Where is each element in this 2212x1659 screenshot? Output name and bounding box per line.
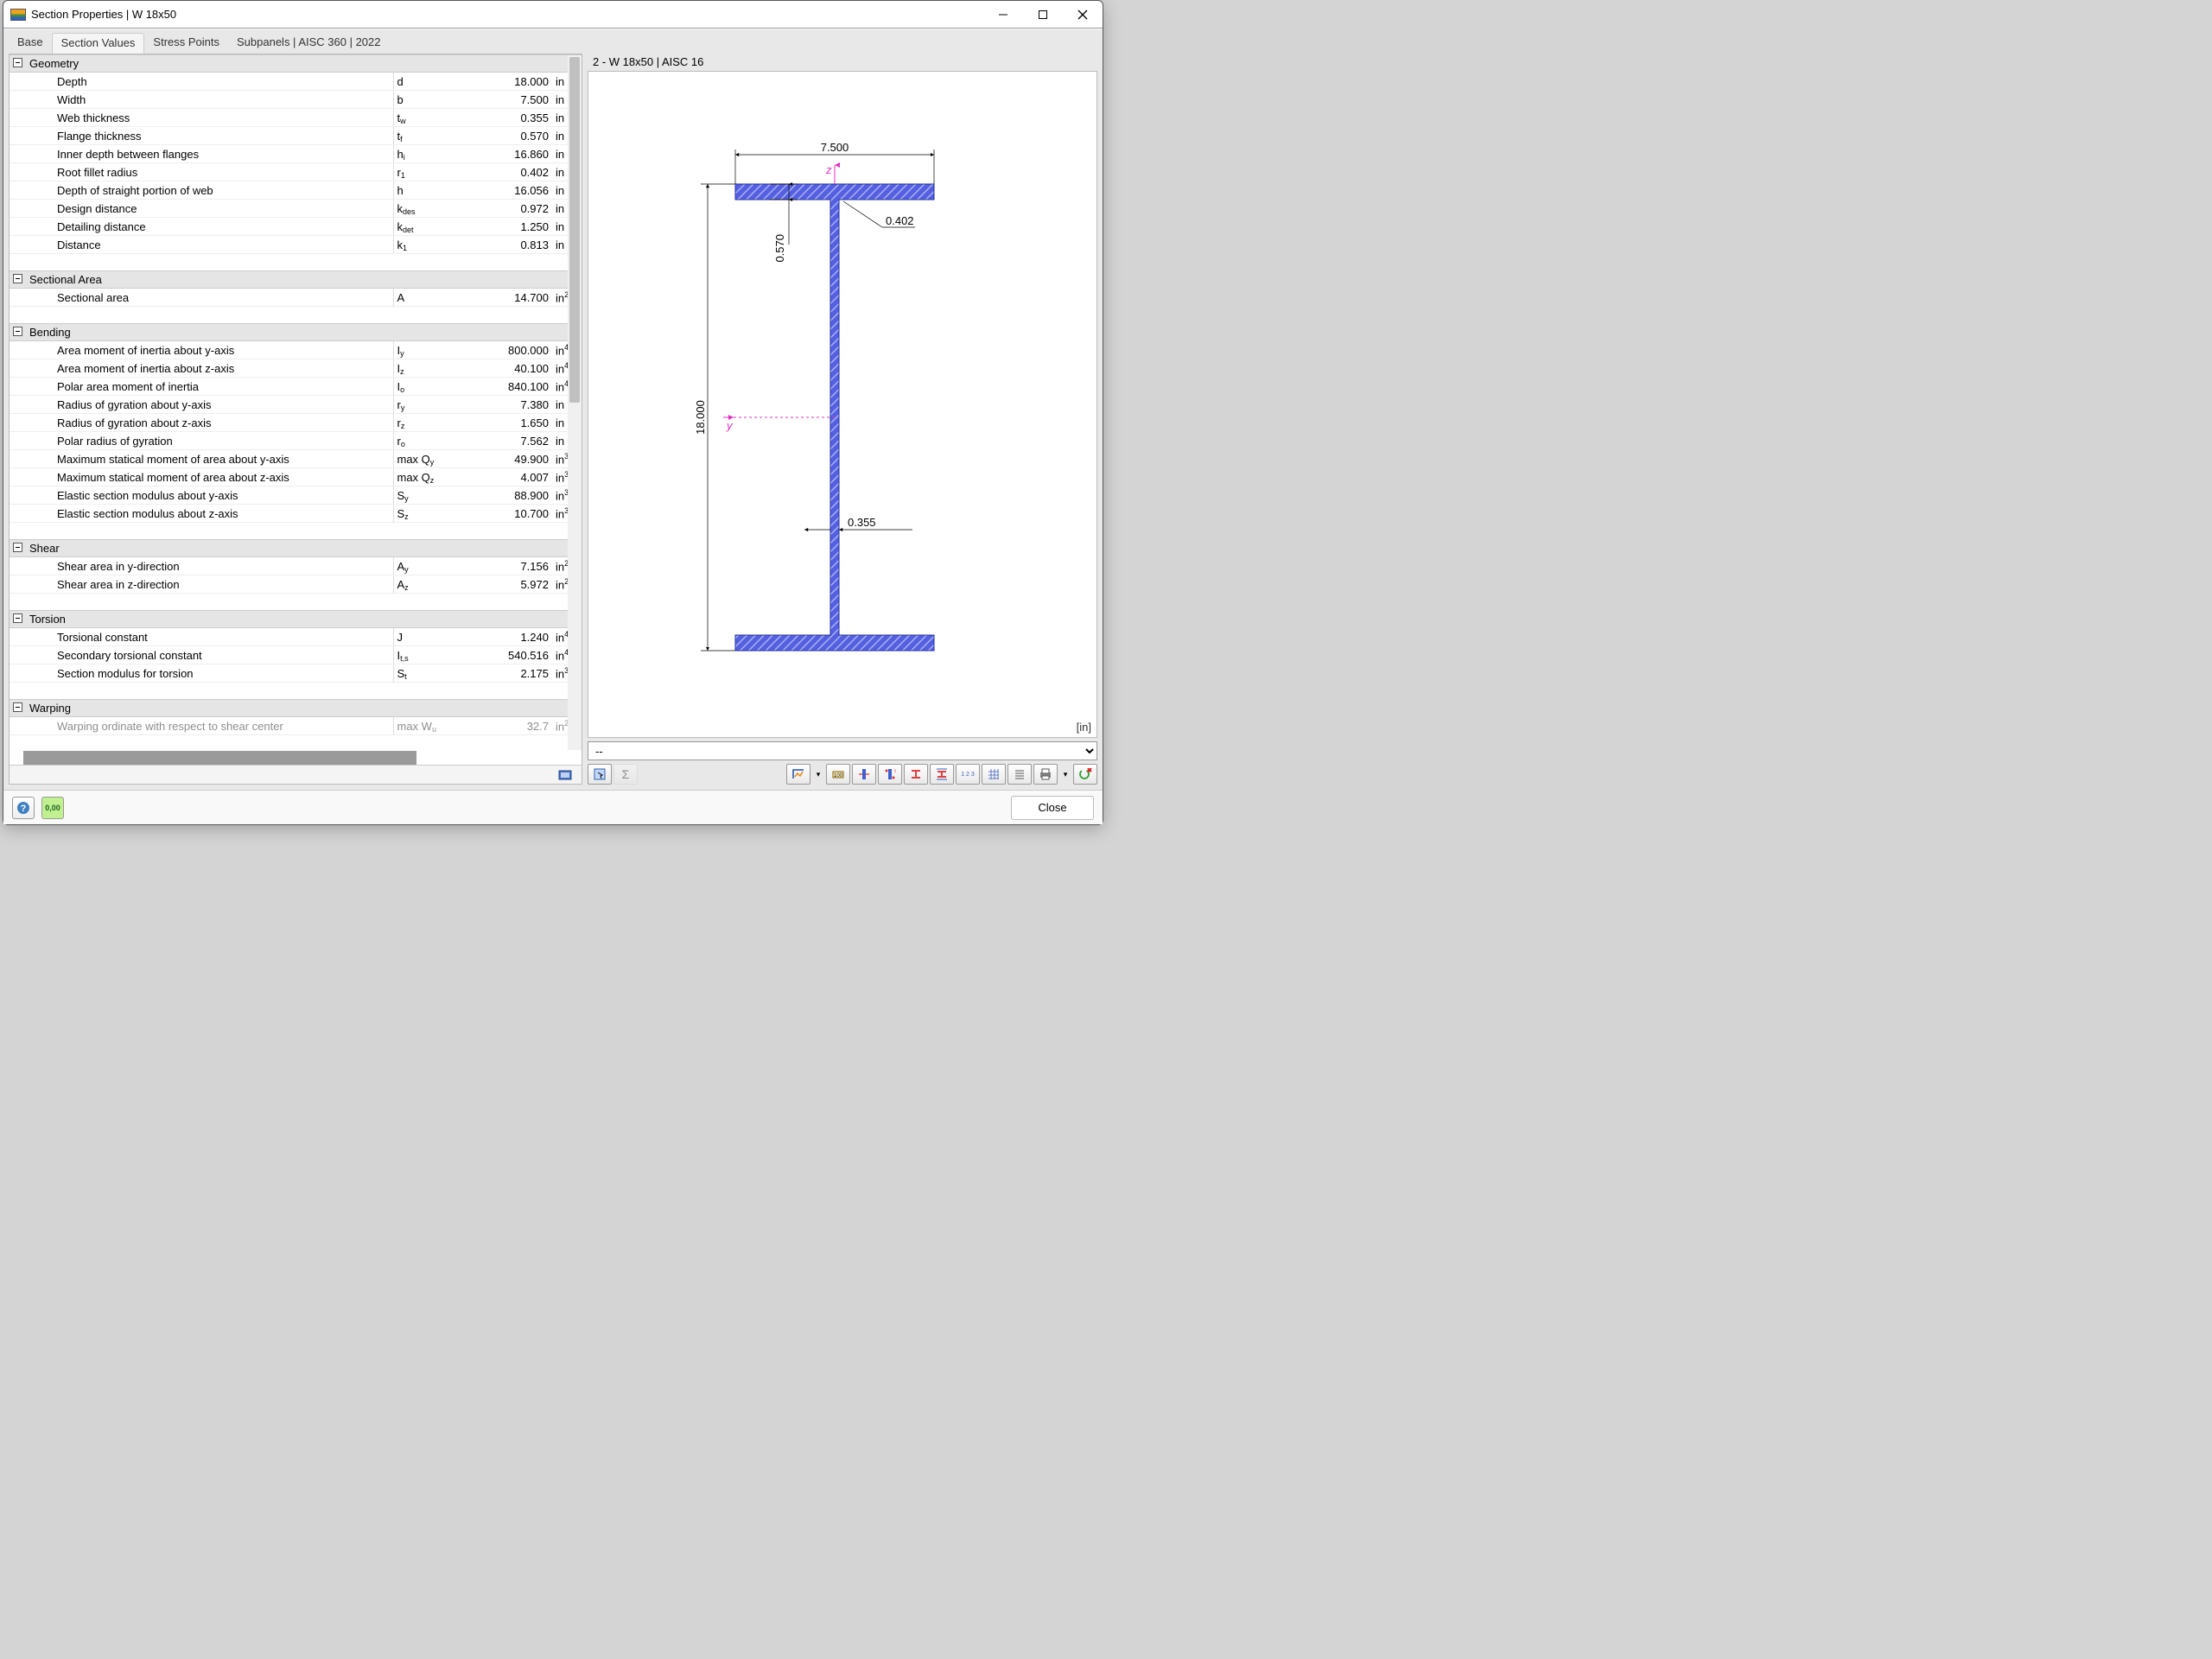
- collapse-icon[interactable]: [13, 613, 22, 623]
- property-row[interactable]: Elastic section modulus about y-axisSy88…: [10, 486, 582, 505]
- app-icon: [10, 9, 26, 21]
- axis-y: y: [726, 419, 734, 432]
- tool-reset-icon[interactable]: [1073, 764, 1097, 785]
- svg-text:?: ?: [21, 804, 27, 814]
- group-torsion[interactable]: Torsion: [10, 611, 582, 628]
- dialog-window: Section Properties | W 18x50 BaseSection…: [3, 0, 1103, 825]
- property-row[interactable]: Detailing distancekdet1.250in: [10, 218, 582, 236]
- dim-depth: 18.000: [694, 400, 707, 435]
- collapse-icon[interactable]: [13, 702, 22, 712]
- units-button[interactable]: 0,00: [41, 797, 64, 819]
- group-warping[interactable]: Warping: [10, 700, 582, 717]
- tool-list-icon[interactable]: [1007, 764, 1032, 785]
- property-row[interactable]: Maximum statical moment of area about y-…: [10, 450, 582, 468]
- preview-title: 2 - W 18x50 | AISC 16: [588, 54, 1097, 71]
- result-dropdown[interactable]: --: [588, 741, 1097, 760]
- property-row[interactable]: Web thicknesstw0.355in: [10, 109, 582, 127]
- dim-root: 0.402: [886, 214, 914, 227]
- collapse-icon[interactable]: [13, 274, 22, 283]
- tool-print-dropdown[interactable]: ▾: [1059, 764, 1071, 785]
- horizontal-scrollbar[interactable]: [23, 751, 416, 766]
- tool-ibeam-red-icon[interactable]: [904, 764, 928, 785]
- tab-subpanels-aisc-360-2022[interactable]: Subpanels | AISC 360 | 2022: [228, 33, 390, 54]
- tool-select-icon[interactable]: [588, 764, 612, 785]
- tool-numbers-icon[interactable]: 1 2 3: [956, 764, 980, 785]
- collapse-icon[interactable]: [13, 327, 22, 336]
- property-row[interactable]: Sectional areaA14.700in2: [10, 289, 582, 307]
- dim-width: 7.500: [821, 141, 849, 154]
- property-row[interactable]: Shear area in y-directionAy7.156in2: [10, 557, 582, 575]
- ibeam-diagram: 7.500 0.570 0.402: [666, 115, 1072, 702]
- property-row[interactable]: Flange thicknesstf0.570in: [10, 127, 582, 145]
- window-title: Section Properties | W 18x50: [31, 8, 176, 21]
- property-row[interactable]: Shear area in z-directionAz5.972in2: [10, 575, 582, 594]
- property-row[interactable]: Torsional constantJ1.240in4: [10, 628, 582, 646]
- vertical-scrollbar[interactable]: [568, 55, 582, 750]
- scrollbar-thumb[interactable]: [569, 57, 580, 403]
- property-row[interactable]: Area moment of inertia about z-axisIz40.…: [10, 359, 582, 378]
- tool-fit-icon[interactable]: [786, 764, 810, 785]
- group-geometry[interactable]: Geometry: [10, 55, 582, 73]
- property-row[interactable]: Area moment of inertia about y-axisIy800…: [10, 341, 582, 359]
- property-row[interactable]: Warping ordinate with respect to shear c…: [10, 717, 582, 735]
- preview-pane: 2 - W 18x50 | AISC 16: [588, 54, 1097, 785]
- property-row[interactable]: Maximum statical moment of area about z-…: [10, 468, 582, 486]
- tab-section-values[interactable]: Section Values: [52, 33, 145, 54]
- unit-label: [in]: [1077, 721, 1091, 734]
- minimize-button[interactable]: [983, 1, 1023, 28]
- close-button[interactable]: Close: [1011, 796, 1094, 820]
- group-sectional-area[interactable]: Sectional Area: [10, 271, 582, 289]
- tool-fit-dropdown[interactable]: ▾: [812, 764, 824, 785]
- axis-z: z: [825, 163, 832, 176]
- property-row[interactable]: Widthb7.500in: [10, 91, 582, 109]
- tab-strip: BaseSection ValuesStress PointsSubpanels…: [9, 33, 1097, 54]
- property-row[interactable]: Distancek10.813in: [10, 236, 582, 254]
- property-row[interactable]: Depthd18.000in: [10, 73, 582, 91]
- tool-ruler-icon[interactable]: 100: [826, 764, 850, 785]
- property-row[interactable]: Radius of gyration about y-axisry7.380in: [10, 396, 582, 414]
- dim-flange: 0.570: [773, 234, 786, 263]
- dim-web: 0.355: [848, 516, 876, 529]
- property-row[interactable]: Depth of straight portion of webh16.056i…: [10, 181, 582, 200]
- property-row[interactable]: Polar radius of gyrationro7.562in: [10, 432, 582, 450]
- property-row[interactable]: Polar area moment of inertiaIo840.100in4: [10, 378, 582, 396]
- preview-toolbar: Σ ▾ 100 sc 1 2 3 ▾: [588, 764, 1097, 785]
- group-bending[interactable]: Bending: [10, 324, 582, 341]
- collapse-icon[interactable]: [13, 543, 22, 552]
- close-window-button[interactable]: [1063, 1, 1103, 28]
- tool-points-icon[interactable]: sc: [878, 764, 902, 785]
- property-row[interactable]: Secondary torsional constantIt,s540.516i…: [10, 646, 582, 664]
- maximize-button[interactable]: [1023, 1, 1063, 28]
- property-row[interactable]: Root fillet radiusr10.402in: [10, 163, 582, 181]
- help-button[interactable]: ?: [12, 797, 35, 819]
- tool-grid-icon[interactable]: [982, 764, 1006, 785]
- property-row[interactable]: Design distancekdes0.972in: [10, 200, 582, 218]
- collapse-icon[interactable]: [13, 58, 22, 67]
- tool-print-icon[interactable]: [1033, 764, 1058, 785]
- svg-text:sc: sc: [894, 769, 896, 774]
- group-shear[interactable]: Shear: [10, 540, 582, 557]
- properties-pane: GeometryDepthd18.000inWidthb7.500inWeb t…: [9, 54, 582, 785]
- properties-table: GeometryDepthd18.000inWidthb7.500inWeb t…: [10, 54, 582, 735]
- tool-stress-icon[interactable]: [852, 764, 876, 785]
- property-row[interactable]: Radius of gyration about z-axisrz1.650in: [10, 414, 582, 432]
- property-row[interactable]: Inner depth between flangeshi16.860in: [10, 145, 582, 163]
- tab-stress-points[interactable]: Stress Points: [144, 33, 228, 54]
- tab-base[interactable]: Base: [9, 33, 52, 54]
- tool-sigma-icon: Σ: [613, 764, 638, 785]
- screenshot-icon[interactable]: [554, 767, 576, 783]
- property-row[interactable]: Elastic section modulus about z-axisSz10…: [10, 505, 582, 523]
- dialog-footer: ? 0,00 Close: [3, 790, 1103, 824]
- section-preview[interactable]: 7.500 0.570 0.402: [588, 71, 1097, 738]
- svg-text:100: 100: [834, 773, 843, 779]
- tool-ibeam-dim-icon[interactable]: [930, 764, 954, 785]
- property-row[interactable]: Section modulus for torsionSt2.175in3: [10, 664, 582, 683]
- titlebar[interactable]: Section Properties | W 18x50: [3, 1, 1103, 29]
